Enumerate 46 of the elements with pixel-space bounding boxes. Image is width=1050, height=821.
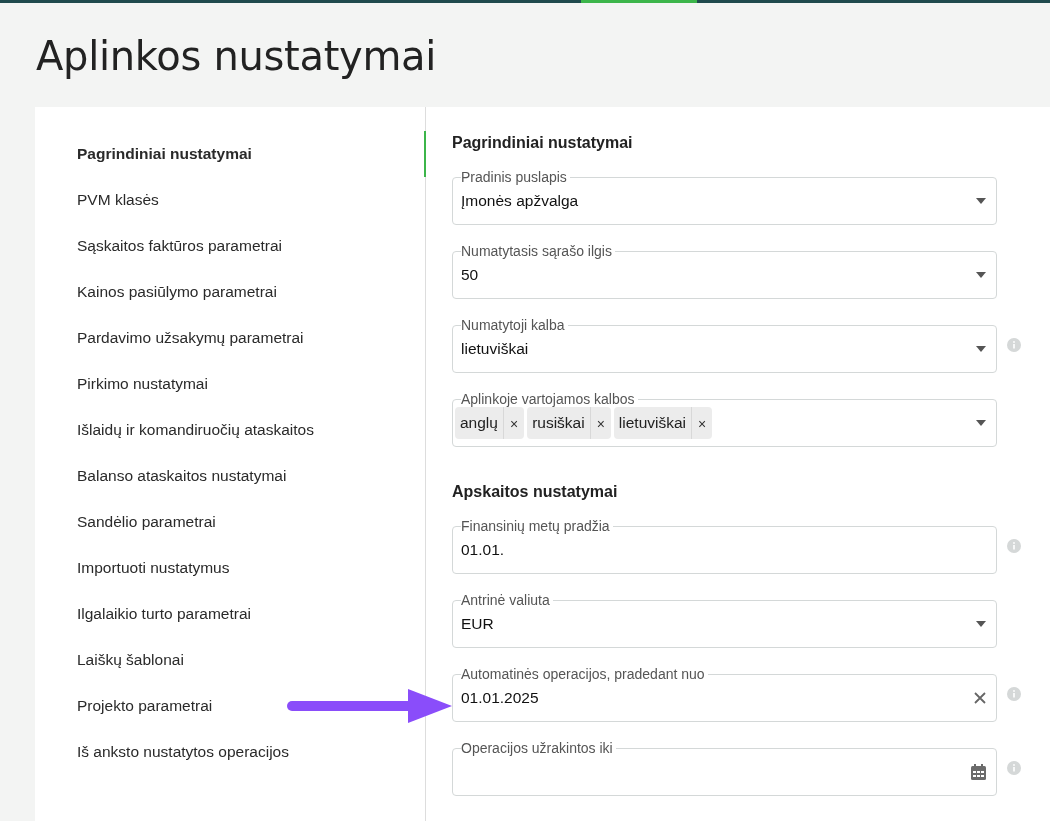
tag-remove-button[interactable]: × (589, 406, 611, 439)
field-label: Finansinių metų pradžia (461, 518, 611, 534)
select-field[interactable]: Numatytoji kalba lietuviškai (452, 317, 997, 373)
caret-icon[interactable] (976, 620, 986, 627)
select-field[interactable]: Antrinė valiuta EUR (452, 592, 997, 648)
caret-icon[interactable] (976, 419, 986, 426)
caret-icon[interactable] (976, 345, 986, 352)
sidebar-item[interactable]: Sandėlio parametrai (77, 510, 216, 534)
date-field[interactable]: Operacijos užrakintos iki (452, 740, 997, 796)
section-heading: Apskaitos nustatymai (452, 482, 618, 502)
sidebar-item[interactable]: Iš anksto nustatytos operacijos (77, 740, 289, 764)
sidebar-item[interactable]: Sąskaitos faktūros parametrai (77, 234, 283, 258)
sidebar-item[interactable]: Balanso ataskaitos nustatymai (77, 464, 287, 488)
sidebar-item[interactable]: Kainos pasiūlymo parametrai (77, 280, 277, 304)
sidebar-item[interactable]: Ilgalaikio turto parametrai (77, 602, 252, 626)
date-field[interactable]: Automatinės operacijos, pradedant nuo 01.01.2025 (452, 666, 997, 722)
tag-remove-button[interactable]: × (502, 406, 525, 439)
field-label: Aplinkoje vartojamos kalbos (461, 391, 636, 407)
tag-label: anglų (459, 413, 499, 432)
sidebar-item[interactable]: Laiškų šablonai (77, 648, 184, 672)
sidebar-item[interactable]: Projekto parametrai (77, 694, 213, 718)
section-heading: Pagrindiniai nustatymai (452, 133, 633, 153)
field-label: Pradinis puslapis (461, 169, 568, 185)
calendar-icon[interactable] (971, 763, 986, 780)
input-field[interactable]: Finansinių metų pradžia 01.01. (452, 518, 997, 574)
select-field[interactable]: Pradinis puslapis Įmonės apžvalga (452, 169, 997, 225)
sidebar-item[interactable]: Importuoti nustatymus (77, 556, 230, 580)
sidebar-item[interactable]: Išlaidų ir komandiruočių ataskaitos (77, 418, 314, 442)
page-title: Aplinkos nustatymai (36, 33, 437, 79)
tag-label: rusiškai (531, 413, 586, 432)
field-label: Numatytasis sąrašo ilgis (461, 243, 613, 259)
sidebar-item[interactable]: Pagrindiniai nustatymai (77, 142, 252, 166)
field-label: Antrinė valiuta (461, 592, 551, 608)
tag-remove-button[interactable]: × (691, 406, 713, 439)
sidebar-item[interactable]: PVM klasės (77, 188, 159, 212)
tag-label: lietuviškai (617, 413, 688, 432)
multiselect-field[interactable]: Aplinkoje vartojamos kalbos anglų × rusiškai × lietuviškai × (452, 391, 997, 447)
caret-icon[interactable] (976, 271, 986, 278)
field-label: Operacijos užrakintos iki (461, 740, 614, 756)
field-label: Numatytoji kalba (461, 317, 566, 333)
select-field[interactable]: Numatytasis sąrašo ilgis 50 (452, 243, 997, 299)
caret-icon[interactable] (976, 197, 986, 204)
sidebar-item[interactable]: Pirkimo nustatymai (77, 372, 208, 396)
sidebar-item[interactable]: Pardavimo užsakymų parametrai (77, 326, 304, 350)
clear-icon[interactable] (974, 691, 986, 704)
field-label: Automatinės operacijos, pradedant nuo (461, 666, 706, 682)
